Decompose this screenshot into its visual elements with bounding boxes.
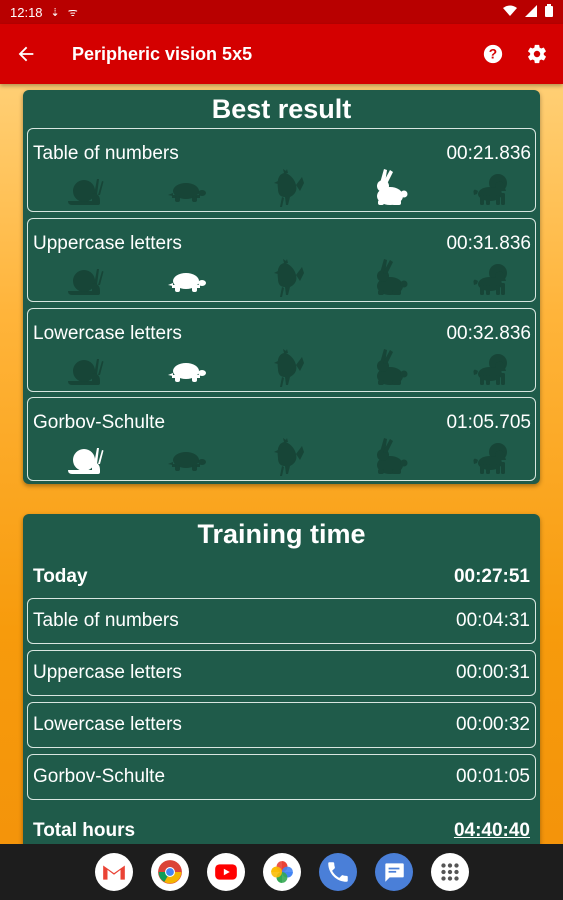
app-dock: [0, 844, 563, 900]
today-label: Today: [33, 566, 88, 587]
training-row-label: Table of numbers: [33, 610, 179, 631]
speed-animals: [28, 167, 537, 211]
turtle-icon: [166, 349, 206, 389]
chrome-icon[interactable]: [150, 853, 189, 891]
wifi-icon: [503, 5, 517, 20]
training-row-uppercase-letters: Uppercase letters 00:00:31: [27, 650, 536, 696]
result-row-lowercase-letters: Lowercase letters 00:32.836: [27, 308, 536, 392]
training-row-time: 00:00:31: [456, 662, 530, 683]
svg-text:?: ?: [489, 47, 497, 62]
status-bar: 12:18 ⇣ ᯤ: [0, 0, 563, 24]
result-row-time: 00:32.836: [446, 323, 531, 344]
snail-icon: [64, 438, 104, 478]
gmail-icon[interactable]: [94, 853, 133, 891]
help-button[interactable]: ?: [479, 40, 507, 68]
result-row-time: 00:21.836: [446, 143, 531, 164]
lion-icon: [472, 438, 512, 478]
app-title: Peripheric vision 5x5: [72, 43, 253, 64]
rooster-icon: [268, 169, 308, 209]
rabbit-icon: [370, 169, 410, 209]
today-value: 00:27:51: [453, 566, 530, 587]
training-row-gorbov-schulte: Gorbov-Schulte 00:01:05: [27, 754, 536, 800]
result-row-time: 01:05.705: [446, 412, 531, 433]
rabbit-icon: [370, 349, 410, 389]
lion-icon: [472, 259, 512, 299]
result-row-table-of-numbers: Table of numbers 00:21.836: [27, 128, 536, 212]
speed-animals: [28, 436, 537, 480]
result-row-label: Gorbov-Schulte: [33, 412, 166, 433]
result-row-label: Lowercase letters: [33, 323, 182, 344]
rooster-icon: [268, 259, 308, 299]
training-row-time: 00:00:32: [456, 714, 530, 735]
result-row-uppercase-letters: Uppercase letters 00:31.836: [27, 218, 536, 302]
rabbit-icon: [370, 259, 410, 299]
speed-animals: [28, 347, 537, 391]
result-row-time: 00:31.836: [446, 233, 531, 254]
training-row-lowercase-letters: Lowercase letters 00:00:32: [27, 702, 536, 748]
back-button[interactable]: [0, 24, 52, 84]
training-time-title: Training time: [197, 519, 366, 549]
turtle-icon: [166, 438, 206, 478]
training-row-label: Uppercase letters: [33, 662, 182, 683]
status-time: 12:18: [10, 4, 43, 20]
result-row-label: Table of numbers: [33, 143, 179, 164]
snail-icon: [64, 259, 104, 299]
training-row-time: 00:01:05: [456, 766, 530, 787]
snail-icon: [64, 349, 104, 389]
best-result-title: Best result: [211, 94, 352, 124]
wifi-hotspot-icon: ᯤ: [67, 6, 78, 19]
result-row-gorbov-schulte: Gorbov-Schulte 01:05.705: [27, 397, 536, 481]
training-row-label: Gorbov-Schulte: [33, 766, 166, 787]
app-bar: Peripheric vision 5x5 ?: [0, 24, 563, 84]
lion-icon: [472, 169, 512, 209]
usb-icon: ⇣: [50, 6, 60, 19]
speed-animals: [28, 257, 537, 301]
rooster-icon: [268, 349, 308, 389]
gear-icon: [528, 44, 546, 64]
turtle-icon: [166, 169, 206, 209]
help-icon: ?: [483, 44, 503, 64]
best-result-card: Best result Table of numbers 00:21.836 U…: [23, 90, 540, 484]
total-hours-value[interactable]: 04:40:40: [454, 820, 530, 842]
training-row-table-of-numbers: Table of numbers 00:04:31: [27, 598, 536, 644]
today-line: Today 00:27:51: [33, 566, 530, 588]
youtube-icon[interactable]: [206, 853, 245, 891]
apps-icon[interactable]: [430, 853, 469, 891]
settings-button[interactable]: [523, 40, 551, 68]
messages-icon[interactable]: [374, 853, 413, 891]
turtle-icon: [166, 259, 206, 299]
rooster-icon: [268, 438, 308, 478]
training-row-label: Lowercase letters: [33, 714, 182, 735]
photos-icon[interactable]: [262, 853, 301, 891]
snail-icon: [64, 169, 104, 209]
rabbit-icon: [370, 438, 410, 478]
arrow-left-icon: [18, 46, 34, 62]
total-hours-line: Total hours 04:40:40: [33, 820, 530, 842]
signal-icon: [525, 4, 537, 20]
result-row-label: Uppercase letters: [33, 233, 182, 254]
lion-icon: [472, 349, 512, 389]
training-row-time: 00:04:31: [456, 610, 530, 631]
total-hours-label: Total hours: [33, 820, 136, 841]
training-time-card: Training time Today 00:27:51 Table of nu…: [23, 514, 540, 854]
battery-icon: [545, 4, 553, 20]
phone-icon[interactable]: [318, 853, 357, 891]
